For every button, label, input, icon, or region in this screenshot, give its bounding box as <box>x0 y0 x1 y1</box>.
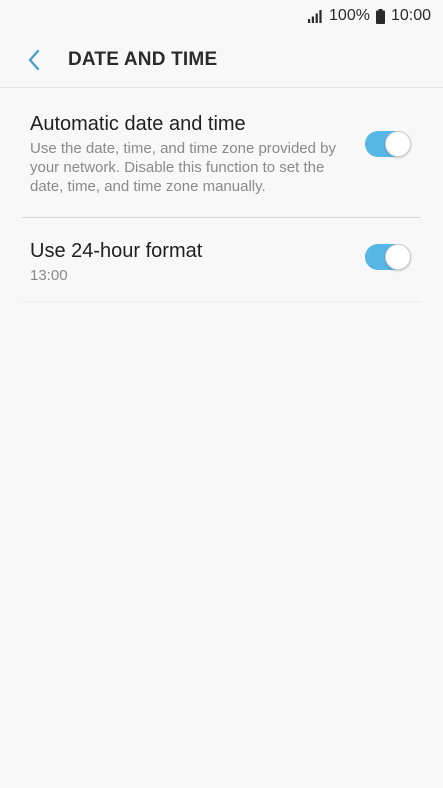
signal-icon <box>308 10 322 23</box>
clock: 10:00 <box>390 7 431 24</box>
setting-title: Automatic date and time <box>30 113 246 135</box>
page-title: DATE AND TIME <box>68 48 218 70</box>
setting-summary: Use the date, time, and time zone provid… <box>30 140 337 195</box>
24-hour-format-toggle[interactable] <box>365 244 411 270</box>
toggle-thumb <box>385 244 411 270</box>
setting-text: Automatic date and time Use the date, ti… <box>30 111 348 196</box>
toggle-thumb <box>385 131 411 157</box>
settings-list: Automatic date and time Use the date, ti… <box>0 89 443 302</box>
setting-text: Use 24-hour format 13:00 <box>30 238 348 285</box>
setting-24-hour-format[interactable]: Use 24-hour format 13:00 <box>22 218 421 302</box>
automatic-date-time-toggle[interactable] <box>365 131 411 157</box>
status-bar: 100% 10:00 <box>0 0 443 32</box>
battery-percentage: 100% <box>329 7 370 24</box>
app-bar: DATE AND TIME <box>0 32 443 88</box>
screen: 100% 10:00 DATE AND TIME Automatic date … <box>0 0 443 788</box>
setting-title: Use 24-hour format <box>30 240 203 262</box>
setting-summary: 13:00 <box>30 267 68 284</box>
setting-automatic-date-time[interactable]: Automatic date and time Use the date, ti… <box>22 89 421 218</box>
chevron-left-icon <box>28 49 40 70</box>
back-button[interactable] <box>6 32 62 88</box>
battery-icon <box>375 8 385 24</box>
